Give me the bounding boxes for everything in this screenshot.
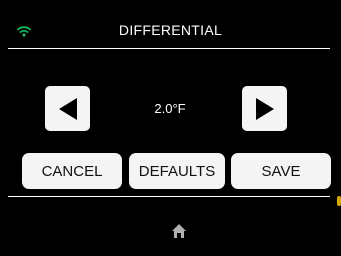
differential-value: 2.0°F xyxy=(154,101,186,116)
cancel-button[interactable]: CANCEL xyxy=(22,153,122,189)
increase-button[interactable] xyxy=(242,86,287,131)
decrease-button[interactable] xyxy=(45,86,90,131)
defaults-button[interactable]: DEFAULTS xyxy=(129,153,225,189)
arrow-right-icon xyxy=(255,97,274,120)
save-button[interactable]: SAVE xyxy=(231,153,331,189)
home-icon[interactable] xyxy=(171,223,187,239)
arrow-left-icon xyxy=(58,97,77,120)
edge-indicator xyxy=(337,196,341,206)
footer-divider xyxy=(8,196,330,197)
differential-screen: DIFFERENTIAL 2.0°F CANCEL DEFAULTS SAVE xyxy=(0,0,341,256)
page-title: DIFFERENTIAL xyxy=(118,22,223,38)
header-divider xyxy=(8,48,330,49)
